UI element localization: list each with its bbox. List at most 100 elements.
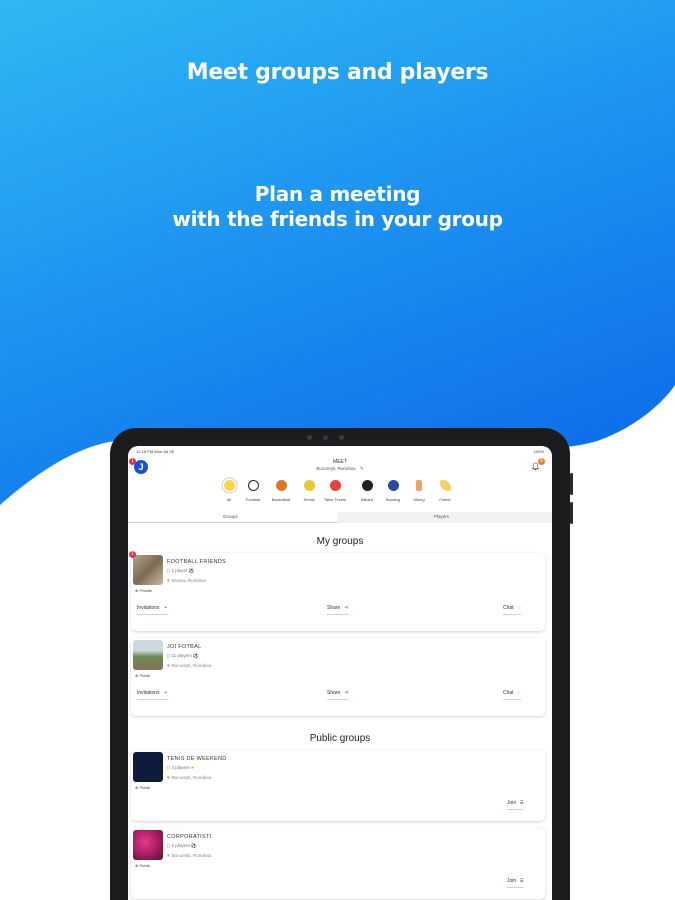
volume-button-2 [570, 502, 573, 524]
door-icon: ⌸ [520, 878, 524, 884]
group-privacy-label: Public [139, 785, 151, 790]
globe-icon: ⊕ [135, 673, 139, 678]
group-location: ⌾ Bucureşti, România [167, 663, 211, 668]
group-privacy-label: Public [139, 673, 151, 678]
group-players: ▯ 2 players ⚽ [167, 843, 197, 849]
app-screen: 12:15 PM Mon Jul 25 100% J 1 MEET Bucure… [128, 446, 552, 900]
group-card[interactable]: 1 FOOTBALL FRIENDS ▯ 1 player ⚽ ⌾ Brasov, … [129, 551, 545, 631]
share-button[interactable]: Share ⋖ [327, 690, 349, 700]
invitations-button[interactable]: Invitations ➢ [137, 690, 168, 700]
share-button[interactable]: Share ⋖ [327, 605, 349, 615]
sport-label: Football [245, 497, 261, 502]
hiking-icon [416, 480, 422, 491]
bowling-ball-icon [387, 480, 399, 491]
sport-all[interactable]: All [216, 480, 242, 502]
sport-label: Hiking [413, 497, 425, 502]
tennis-ball-icon [303, 480, 315, 491]
group-privacy-label: Public [139, 863, 151, 868]
futnet-icon [439, 480, 451, 491]
table-tennis-icon [329, 480, 341, 491]
group-players: ▯ 11 players ⚽ [167, 653, 199, 659]
football-icon: ⚽ [188, 568, 195, 573]
sports-filter: All Football Basketball Tennis Table Ten… [216, 480, 476, 510]
tab-bar: Groups Players [128, 512, 552, 523]
notification-badge: 8 [538, 458, 545, 465]
public-groups-title: Public groups [309, 733, 371, 744]
join-label: Join [507, 800, 517, 806]
location-label: Bucureşti, România [316, 466, 356, 471]
headline-subtitle-line2: with the friends in your group [172, 207, 503, 231]
location-selector[interactable]: Bucureşti, România ✎ [128, 466, 552, 472]
tab-players[interactable]: Players [434, 514, 449, 519]
group-location-label: Brasov, România [171, 578, 206, 583]
chat-button[interactable]: Chat ◌ [503, 605, 521, 615]
pin-icon: ⌾ [167, 853, 170, 858]
join-button[interactable]: Join ⌸ [507, 878, 524, 888]
sport-label: Billiard [360, 497, 373, 502]
chat-label: Chat [503, 690, 514, 696]
group-badge: 1 [129, 551, 136, 558]
invitations-label: Invitations [137, 605, 160, 611]
football-icon: ⚽ [191, 843, 197, 848]
billiard-ball-icon [361, 480, 373, 491]
globe-icon: ⊕ [135, 863, 139, 868]
share-icon: ⋖ [344, 605, 349, 611]
group-name: TENIS DE WEEKEND [167, 756, 227, 762]
group-photo [133, 555, 163, 585]
camera-lens [323, 435, 328, 440]
group-privacy: ⊕ Public [135, 673, 150, 678]
group-location: ⌾ Bucureşti, România [167, 775, 211, 780]
chat-button[interactable]: Chat ◌ [503, 690, 521, 700]
all-sports-icon [223, 480, 235, 491]
status-time: 12:15 PM Mon Jul 25 [136, 449, 174, 454]
join-button[interactable]: Join ⌸ [507, 800, 524, 810]
sport-label: Table Tennis [323, 497, 347, 502]
group-privacy: ⊕ Private [135, 588, 152, 593]
status-bar: 12:15 PM Mon Jul 25 100% [128, 446, 552, 456]
public-group-card[interactable]: CORPORATISTI ▯ 2 players ⚽ ⌾ Bucureşti, Ro… [131, 828, 545, 899]
sport-label: All [226, 497, 232, 502]
invitations-button[interactable]: Invitations ➢ [137, 605, 168, 615]
app-title: MEET [333, 459, 347, 465]
phone-icon: ▯ [167, 765, 170, 770]
door-icon: ⌸ [520, 800, 524, 806]
sport-football[interactable]: Football [240, 480, 266, 502]
sport-label: Futnet [439, 497, 451, 502]
football-icon [247, 480, 259, 491]
group-photo [133, 752, 163, 782]
pin-icon: ⌾ [167, 775, 170, 780]
sport-label: Tennis [303, 497, 315, 502]
status-battery: 100% [533, 449, 544, 454]
edit-icon: ✎ [359, 466, 364, 471]
group-card[interactable]: JOI FOTBAL ▯ 11 players ⚽ ⌾ Bucureşti, Rom… [131, 638, 545, 716]
sport-tennis[interactable]: Tennis [296, 480, 322, 502]
sport-table-tennis[interactable]: Table Tennis [322, 480, 348, 502]
tab-groups[interactable]: Groups [223, 514, 238, 519]
sport-hiking[interactable]: Hiking [406, 480, 432, 502]
headline-title: Meet groups and players [186, 60, 489, 85]
group-location-label: Bucureşti, România [171, 663, 211, 668]
send-icon: ➢ [163, 690, 168, 696]
camera-dot [307, 435, 312, 440]
sport-futnet[interactable]: Futnet [432, 480, 458, 502]
group-location-label: Bucureşti, România [171, 853, 211, 858]
group-location: ⌾ Bucureşti, România [167, 853, 211, 858]
phone-icon: ▯ [167, 843, 170, 848]
public-group-card[interactable]: TENIS DE WEEKEND ▯ 3 players ● ⌾ Bucureşti… [131, 750, 545, 821]
sensor-dot [339, 435, 344, 440]
chat-icon: ◌ [517, 690, 521, 696]
group-players: ▯ 3 players ● [167, 765, 194, 771]
group-name: FOOTBALL FRIENDS [167, 559, 226, 565]
group-privacy-label: Private [139, 588, 152, 593]
sport-basketball[interactable]: Basketball [268, 480, 294, 502]
group-players-count: 11 players [171, 653, 192, 658]
sport-bowling[interactable]: Bowling [380, 480, 406, 502]
sport-billiard[interactable]: Billiard [354, 480, 380, 502]
group-location: ⌾ Brasov, România [167, 578, 206, 583]
globe-icon: ⊕ [135, 588, 139, 593]
group-privacy: ⊕ Public [135, 863, 150, 868]
pin-icon: ⌾ [167, 663, 170, 668]
group-privacy: ⊕ Public [135, 785, 150, 790]
chat-icon: ◌ [517, 605, 521, 611]
sport-label: Basketball [271, 497, 291, 502]
